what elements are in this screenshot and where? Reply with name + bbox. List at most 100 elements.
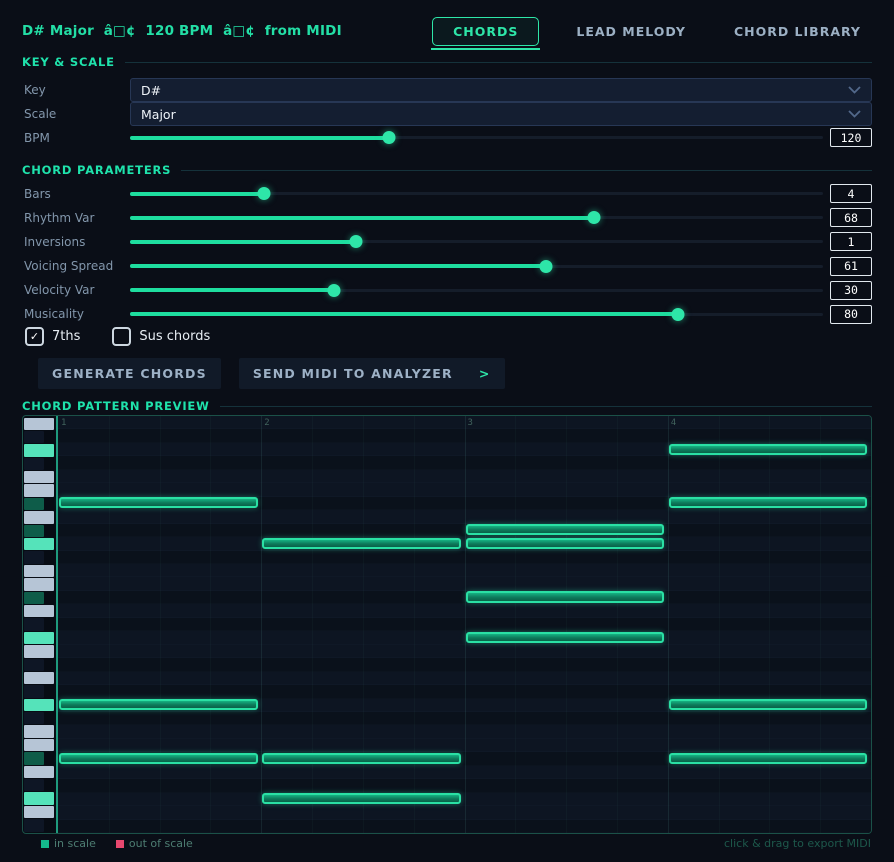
send-midi-button[interactable]: SEND MIDI TO ANALYZER > [239, 358, 505, 389]
note-grid[interactable]: 1234 [56, 416, 871, 833]
chevron-down-icon [848, 110, 861, 118]
piano-key-white [24, 471, 54, 483]
slider-thumb[interactable] [327, 284, 340, 297]
piano-key-white-hl [24, 632, 54, 644]
rhythm-var-row: Rhythm Var 68 [22, 209, 872, 226]
midi-note[interactable] [669, 753, 867, 764]
piano-key-white-hl [24, 699, 54, 711]
piano-keyboard [23, 416, 56, 833]
key-select[interactable]: D# [130, 78, 872, 102]
bpm-slider[interactable] [130, 129, 823, 146]
tab-chord-library[interactable]: CHORD LIBRARY [723, 17, 872, 46]
scale-label: Scale [22, 107, 130, 121]
piano-key-white [24, 418, 54, 430]
beat-line [210, 416, 211, 833]
midi-note[interactable] [466, 632, 664, 643]
section-divider [125, 62, 872, 63]
bar-line [465, 416, 466, 833]
checked-checkbox-icon[interactable]: ✓ [25, 327, 44, 346]
velocity-var-value[interactable]: 30 [830, 281, 872, 300]
midi-note[interactable] [262, 753, 460, 764]
generate-chords-button[interactable]: GENERATE CHORDS [38, 358, 221, 389]
piano-key-white-hl [24, 538, 54, 550]
midi-note[interactable] [669, 699, 867, 710]
scale-select[interactable]: Major [130, 102, 872, 126]
slider-fill [130, 264, 546, 268]
slider-thumb[interactable] [588, 211, 601, 224]
tab-lead-melody[interactable]: LEAD MELODY [565, 17, 697, 46]
midi-note[interactable] [262, 538, 460, 549]
piano-key-white [24, 766, 54, 778]
rhythm-var-value[interactable]: 68 [830, 208, 872, 227]
bpm-value[interactable]: 120 [830, 128, 872, 147]
scale-select-value: Major [141, 107, 176, 122]
piano-key-black [24, 551, 44, 563]
send-midi-label: SEND MIDI TO ANALYZER [253, 366, 453, 381]
sus-chords-checkbox[interactable]: Sus chords [112, 327, 210, 346]
piano-key-white [24, 739, 54, 751]
inversions-slider[interactable] [130, 233, 823, 250]
rhythm-var-label: Rhythm Var [22, 211, 130, 225]
bars-slider[interactable] [130, 185, 823, 202]
piano-key-white [24, 672, 54, 684]
piano-key-black-hl [24, 592, 44, 604]
in-scale-label: in scale [54, 837, 96, 850]
voicing-spread-value[interactable]: 61 [830, 257, 872, 276]
midi-note[interactable] [262, 793, 460, 804]
export-hint: click & drag to export MIDI [724, 837, 871, 850]
musicality-slider[interactable] [130, 306, 823, 323]
musicality-value[interactable]: 80 [830, 305, 872, 324]
piano-key-black [24, 431, 44, 443]
voicing-spread-label: Voicing Spread [22, 259, 130, 273]
bar-line [261, 416, 262, 833]
voicing-spread-slider[interactable] [130, 258, 823, 275]
tab-chords[interactable]: CHORDS [432, 17, 539, 46]
piano-key-black [24, 712, 44, 724]
slider-thumb[interactable] [349, 235, 362, 248]
inversions-label: Inversions [22, 235, 130, 249]
midi-note[interactable] [59, 699, 257, 710]
bars-value[interactable]: 4 [830, 184, 872, 203]
slider-thumb[interactable] [257, 187, 270, 200]
7ths-checkbox[interactable]: ✓ 7ths [25, 327, 80, 346]
key-scale-section-title: KEY & SCALE [22, 55, 115, 69]
piano-key-black [24, 819, 44, 831]
slider-fill [130, 288, 334, 292]
velocity-var-slider[interactable] [130, 282, 823, 299]
chord-parameters-section-title: CHORD PARAMETERS [22, 163, 171, 177]
midi-note[interactable] [59, 753, 257, 764]
piano-key-white [24, 725, 54, 737]
piano-key-white [24, 806, 54, 818]
slider-fill [130, 136, 389, 140]
preview-section-title: CHORD PATTERN PREVIEW [22, 399, 210, 413]
unchecked-checkbox-icon[interactable] [112, 327, 131, 346]
midi-note[interactable] [669, 444, 867, 455]
slider-thumb[interactable] [383, 131, 396, 144]
piano-key-white [24, 565, 54, 577]
velocity-var-row: Velocity Var30 [22, 282, 872, 299]
midi-note[interactable] [466, 591, 664, 602]
voicing-spread-row: Voicing Spread 61 [22, 258, 872, 275]
beat-line [719, 416, 720, 833]
7ths-checkbox-label: 7ths [52, 329, 80, 344]
slider-fill [130, 192, 264, 196]
rhythm-var-slider[interactable] [130, 209, 823, 226]
bar-number: 3 [468, 418, 473, 428]
slider-fill [130, 312, 678, 316]
slider-fill [130, 240, 356, 244]
beat-line [566, 416, 567, 833]
midi-note[interactable] [669, 497, 867, 508]
inversions-value[interactable]: 1 [830, 232, 872, 251]
midi-note[interactable] [466, 538, 664, 549]
midi-note[interactable] [466, 524, 664, 535]
section-divider [220, 406, 872, 407]
beat-line [414, 416, 415, 833]
slider-thumb[interactable] [672, 308, 685, 321]
preview-section-header: CHORD PATTERN PREVIEW [22, 399, 872, 413]
midi-note[interactable] [59, 497, 257, 508]
beat-line [160, 416, 161, 833]
beat-line [769, 416, 770, 833]
chord-generator-app: D# Major â□¢ 120 BPM â□¢ from MIDI CHORD… [0, 0, 894, 862]
piano-key-black-hl [24, 525, 44, 537]
slider-thumb[interactable] [540, 260, 553, 273]
